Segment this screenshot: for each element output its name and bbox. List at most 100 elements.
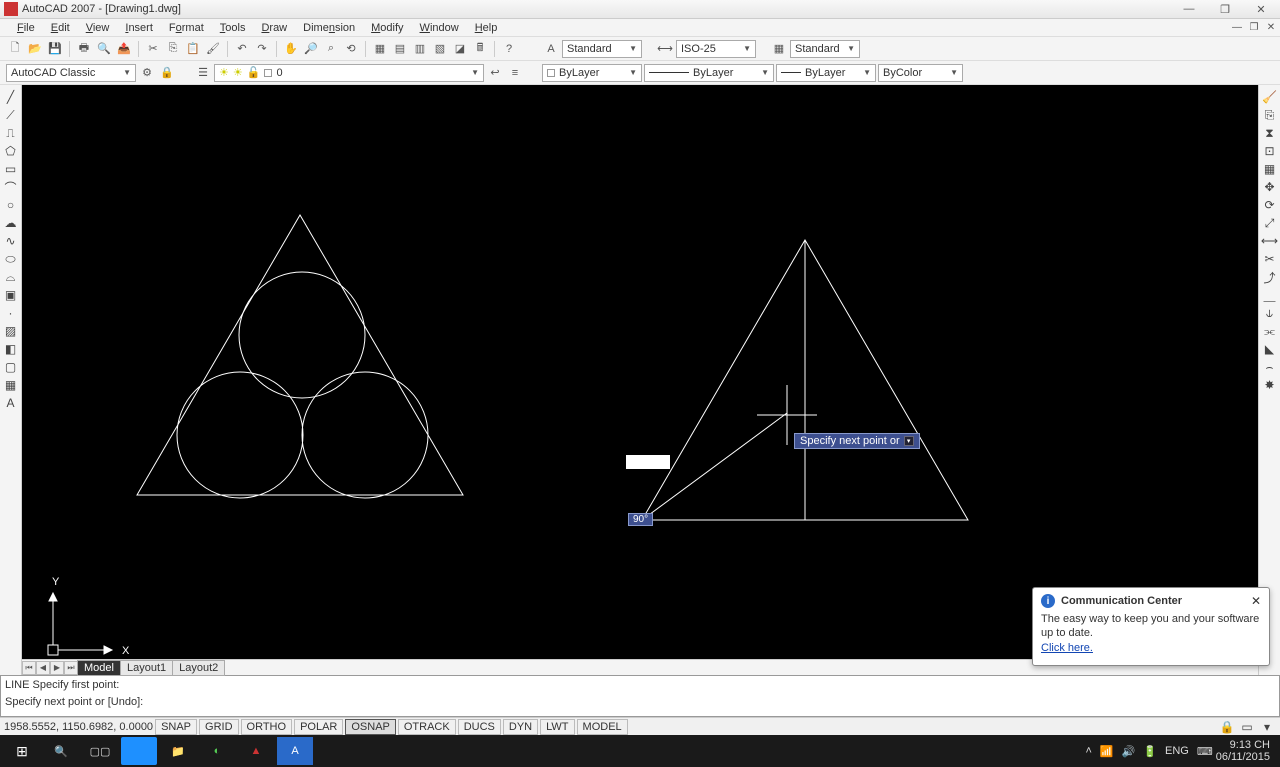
polygon-tool[interactable]: ⬠ bbox=[2, 143, 20, 159]
quickcalc-button[interactable]: 🖩 bbox=[471, 40, 489, 58]
coordinates-readout[interactable]: 1958.5552, 1150.6982, 0.0000 bbox=[4, 721, 153, 733]
task-app-1[interactable] bbox=[121, 737, 157, 765]
plotstyle-dropdown[interactable]: ByColor▼ bbox=[878, 64, 963, 82]
offset-tool[interactable]: ⊡ bbox=[1261, 143, 1279, 159]
menu-draw[interactable]: Draw bbox=[254, 21, 294, 35]
help-button[interactable]: ? bbox=[500, 40, 518, 58]
preview-button[interactable]: 🔍 bbox=[95, 40, 113, 58]
menu-view[interactable]: View bbox=[79, 21, 117, 35]
move-tool[interactable]: ✥ bbox=[1261, 179, 1279, 195]
tray-lang[interactable]: ENG bbox=[1165, 745, 1189, 757]
tab-first[interactable]: ⏮ bbox=[22, 661, 36, 675]
zoom-prev-button[interactable]: ⟲ bbox=[342, 40, 360, 58]
polar-toggle[interactable]: POLAR bbox=[294, 719, 343, 735]
break-tool[interactable]: ⫝ bbox=[1261, 305, 1279, 321]
tray-wifi-icon[interactable]: 📶 bbox=[1100, 745, 1114, 758]
tab-next[interactable]: ▶ bbox=[50, 661, 64, 675]
doc-close[interactable]: ✕ bbox=[1264, 21, 1278, 35]
paste-button[interactable]: 📋 bbox=[184, 40, 202, 58]
layer-prev-button[interactable]: ↩ bbox=[486, 64, 504, 82]
task-app-3[interactable]: ▲ bbox=[238, 737, 274, 765]
redo-button[interactable]: ↷ bbox=[253, 40, 271, 58]
task-app-2[interactable]: ◐ bbox=[199, 737, 235, 765]
osnap-toggle[interactable]: OSNAP bbox=[345, 719, 396, 735]
command-window[interactable]: LINE Specify first point: Specify next p… bbox=[0, 675, 1280, 717]
save-button[interactable]: 💾 bbox=[46, 40, 64, 58]
trim-tool[interactable]: ✂ bbox=[1261, 251, 1279, 267]
maximize-button[interactable]: ❐ bbox=[1210, 1, 1240, 17]
markup-button[interactable]: ◪ bbox=[451, 40, 469, 58]
layer-props-button[interactable]: ☰ bbox=[194, 64, 212, 82]
lwt-toggle[interactable]: LWT bbox=[540, 719, 574, 735]
table-style-dropdown[interactable]: Standard▼ bbox=[790, 40, 860, 58]
layer-state-button[interactable]: ≡ bbox=[506, 64, 524, 82]
block-tool[interactable]: ▣ bbox=[2, 287, 20, 303]
tab-layout1[interactable]: Layout1 bbox=[120, 660, 173, 676]
break-at-tool[interactable]: ⸏ bbox=[1261, 287, 1279, 303]
close-button[interactable]: ✕ bbox=[1246, 1, 1276, 17]
circle-tool[interactable]: ○ bbox=[2, 197, 20, 213]
taskview-button[interactable]: ▢▢ bbox=[82, 737, 118, 765]
sheet-set-button[interactable]: ▧ bbox=[431, 40, 449, 58]
cut-button[interactable]: ✂ bbox=[144, 40, 162, 58]
clock[interactable]: 9:13 CH 06/11/2015 bbox=[1216, 739, 1276, 763]
tray-keyboard-icon[interactable]: ⌨ bbox=[1197, 745, 1213, 758]
cc-close-button[interactable]: ✕ bbox=[1251, 594, 1261, 608]
mtext-tool[interactable]: A bbox=[2, 395, 20, 411]
ducs-toggle[interactable]: DUCS bbox=[458, 719, 501, 735]
workspace-lock-button[interactable]: 🔒 bbox=[158, 64, 176, 82]
system-tray[interactable]: ˄ 📶 🔊 🔋 ENG ⌨ bbox=[1085, 745, 1212, 758]
status-icon-1[interactable]: 🔒 bbox=[1218, 719, 1236, 735]
fillet-tool[interactable]: ⌢ bbox=[1261, 359, 1279, 375]
cc-link[interactable]: Click here. bbox=[1041, 642, 1093, 654]
copy-tool[interactable]: ⎘ bbox=[1261, 107, 1279, 123]
start-button[interactable]: ⊞ bbox=[4, 737, 40, 765]
autocad-taskbar-icon[interactable]: A bbox=[277, 737, 313, 765]
open-button[interactable]: 📂 bbox=[26, 40, 44, 58]
layer-dropdown[interactable]: ☀☀🔓 0▼ bbox=[214, 64, 484, 82]
chamfer-tool[interactable]: ◣ bbox=[1261, 341, 1279, 357]
xline-tool[interactable]: ⟋ bbox=[2, 107, 20, 123]
lineweight-dropdown[interactable]: ByLayer▼ bbox=[776, 64, 876, 82]
menu-file[interactable]: File bbox=[10, 21, 42, 35]
color-dropdown[interactable]: ByLayer▼ bbox=[542, 64, 642, 82]
otrack-toggle[interactable]: OTRACK bbox=[398, 719, 456, 735]
zoom-win-button[interactable]: ⌕ bbox=[322, 40, 340, 58]
print-button[interactable]: 🖶 bbox=[75, 40, 93, 58]
undo-button[interactable]: ↶ bbox=[233, 40, 251, 58]
model-toggle[interactable]: MODEL bbox=[577, 719, 628, 735]
rectangle-tool[interactable]: ▭ bbox=[2, 161, 20, 177]
extend-tool[interactable]: ⤴ bbox=[1261, 269, 1279, 285]
scale-tool[interactable]: ⤢ bbox=[1261, 215, 1279, 231]
table-tool[interactable]: ▦ bbox=[2, 377, 20, 393]
grid-toggle[interactable]: GRID bbox=[199, 719, 239, 735]
minimize-button[interactable]: — bbox=[1174, 1, 1204, 17]
search-button[interactable]: 🔍 bbox=[43, 737, 79, 765]
dim-style-icon[interactable]: ⟷ bbox=[656, 40, 674, 58]
text-style-dropdown[interactable]: Standard▼ bbox=[562, 40, 642, 58]
rotate-tool[interactable]: ⟳ bbox=[1261, 197, 1279, 213]
spline-tool[interactable]: ∿ bbox=[2, 233, 20, 249]
tray-up-icon[interactable]: ˄ bbox=[1085, 745, 1091, 757]
properties-button[interactable]: ▦ bbox=[371, 40, 389, 58]
tray-volume-icon[interactable]: 🔊 bbox=[1122, 745, 1136, 758]
erase-tool[interactable]: 🧹 bbox=[1261, 89, 1279, 105]
match-props-button[interactable]: 🖌 bbox=[204, 40, 222, 58]
menu-tools[interactable]: Tools bbox=[213, 21, 253, 35]
menu-modify[interactable]: Modify bbox=[364, 21, 410, 35]
revcloud-tool[interactable]: ☁ bbox=[2, 215, 20, 231]
snap-toggle[interactable]: SNAP bbox=[155, 719, 197, 735]
menu-help[interactable]: Help bbox=[468, 21, 505, 35]
file-explorer-button[interactable]: 📁 bbox=[160, 737, 196, 765]
workspace-dropdown[interactable]: AutoCAD Classic▼ bbox=[6, 64, 136, 82]
workspace-settings-button[interactable]: ⚙ bbox=[138, 64, 156, 82]
text-style-icon[interactable]: A bbox=[542, 40, 560, 58]
menu-insert[interactable]: Insert bbox=[118, 21, 160, 35]
join-tool[interactable]: ⫘ bbox=[1261, 323, 1279, 339]
status-icon-2[interactable]: ▭ bbox=[1238, 719, 1256, 735]
tray-battery-icon[interactable]: 🔋 bbox=[1143, 745, 1157, 758]
copy-button[interactable]: ⎘ bbox=[164, 40, 182, 58]
tab-model[interactable]: Model bbox=[77, 660, 121, 676]
arc-tool[interactable]: ⌒ bbox=[2, 179, 20, 195]
ellipse-tool[interactable]: ⬭ bbox=[2, 251, 20, 267]
